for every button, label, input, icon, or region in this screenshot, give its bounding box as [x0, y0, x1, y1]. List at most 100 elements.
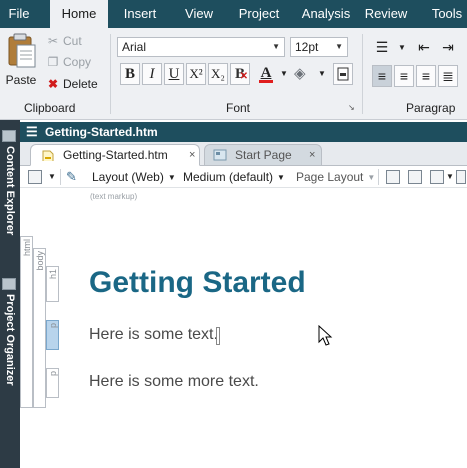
- format-painter-button[interactable]: [333, 63, 353, 85]
- structure-label-p: p: [48, 323, 58, 329]
- decrease-indent-button[interactable]: ⇤: [414, 37, 434, 59]
- tag-icon[interactable]: ✎: [66, 166, 77, 188]
- editor-toolbar: ▼ ✎ Layout (Web) ▼ Medium (default) ▼ Page…: [20, 166, 467, 188]
- image-icon[interactable]: [430, 170, 444, 184]
- bullet-list-icon: ☰: [375, 39, 389, 55]
- cut-button[interactable]: ✂ Cut: [45, 31, 82, 51]
- preview-icon[interactable]: [386, 170, 400, 184]
- chevron-down-icon[interactable]: ▼: [446, 166, 454, 188]
- document-title: Getting-Started.htm: [45, 125, 158, 139]
- structure-label-body: body: [35, 251, 45, 271]
- mouse-pointer-icon: [318, 325, 333, 346]
- chevron-down-icon: ▼: [367, 173, 376, 182]
- increase-indent-button[interactable]: ⇥: [438, 37, 458, 59]
- page-layout-label: Page Layout: [296, 170, 364, 184]
- chevron-down-icon[interactable]: ▼: [398, 43, 406, 52]
- scissors-icon: ✂: [47, 34, 59, 48]
- menu-view[interactable]: View: [178, 0, 220, 28]
- menu-file[interactable]: File: [0, 0, 38, 28]
- close-icon[interactable]: ×: [189, 145, 195, 165]
- clipboard-icon: [8, 33, 36, 68]
- paste-label: Paste: [5, 73, 37, 87]
- chevron-down-icon[interactable]: ▼: [48, 166, 56, 188]
- align-center-button[interactable]: ≡: [394, 65, 414, 87]
- tab-strip: Getting-Started.htm × Start Page ×: [20, 142, 467, 166]
- view-mode-icon[interactable]: [28, 170, 42, 184]
- toolbar-divider: [378, 169, 379, 185]
- dialog-launcher-icon[interactable]: ↘: [348, 103, 355, 112]
- bold-button[interactable]: B: [120, 63, 140, 85]
- structure-label-p: p: [48, 371, 58, 377]
- italic-button[interactable]: I: [142, 63, 162, 85]
- chevron-down-icon[interactable]: ▼: [318, 69, 326, 78]
- layout-label: Layout (Web): [92, 170, 164, 184]
- text-cursor-marker: [216, 327, 220, 345]
- paragraph-2[interactable]: Here is some more text.: [89, 373, 259, 391]
- clear-formatting-button[interactable]: B ✕: [230, 63, 250, 85]
- menu-tools[interactable]: Tools: [426, 0, 467, 28]
- menu-review[interactable]: Review: [362, 0, 410, 28]
- menu-analysis[interactable]: Analysis: [296, 0, 356, 28]
- subscript-button[interactable]: X₂: [208, 63, 228, 85]
- more-tools-icon[interactable]: [456, 170, 466, 184]
- align-right-button[interactable]: ≡: [416, 65, 436, 87]
- close-icon[interactable]: ×: [309, 145, 315, 165]
- copy-label: Copy: [63, 55, 92, 69]
- chevron-down-icon[interactable]: ▼: [280, 69, 288, 78]
- paragraph-1[interactable]: Here is some text.: [89, 326, 218, 344]
- medium-label: Medium (default): [183, 170, 274, 184]
- font-family-select[interactable]: Arial ▼: [117, 37, 285, 57]
- copy-button[interactable]: ❐ Copy: [45, 52, 91, 72]
- chevron-down-icon: ▼: [335, 42, 343, 51]
- underline-button[interactable]: U: [164, 63, 184, 85]
- justify-button[interactable]: ≣: [438, 65, 458, 87]
- ribbon: Paste ✂ Cut ❐ Copy ✖ Delete Clipboard Arial…: [0, 28, 467, 120]
- delete-label: Delete: [63, 77, 98, 91]
- editor-canvas[interactable]: (text markup) html body h1 p p Getting S…: [20, 188, 467, 468]
- html-file-icon: [42, 150, 54, 161]
- print-preview-icon[interactable]: [408, 170, 422, 184]
- menu-insert[interactable]: Insert: [116, 0, 164, 28]
- hamburger-menu-icon[interactable]: ☰: [26, 122, 38, 142]
- font-family-value: Arial: [122, 40, 147, 54]
- page-heading[interactable]: Getting Started: [89, 266, 306, 300]
- menu-home[interactable]: Home: [50, 0, 108, 28]
- project-organizer-tab[interactable]: Project Organizer: [1, 294, 19, 414]
- highlight-color-icon[interactable]: ◈: [294, 64, 312, 84]
- font-color-button[interactable]: A: [256, 63, 276, 85]
- indent-icon: ⇥: [442, 39, 454, 55]
- font-color-label: A: [260, 65, 272, 81]
- clipboard-group-label: Clipboard: [24, 101, 76, 115]
- menu-project[interactable]: Project: [232, 0, 286, 28]
- tab-label: Start Page: [235, 148, 292, 162]
- font-size-value: 12pt: [295, 40, 319, 54]
- structure-bar-p-selected[interactable]: p: [46, 320, 59, 350]
- group-divider: [110, 34, 111, 114]
- page-layout-select[interactable]: Page Layout ▼: [296, 166, 375, 188]
- layout-select[interactable]: Layout (Web) ▼: [92, 166, 176, 188]
- structure-bar-h1[interactable]: h1: [46, 266, 59, 302]
- outdent-icon: ⇤: [418, 39, 430, 55]
- structure-label-html: html: [22, 239, 32, 257]
- content-explorer-tab[interactable]: Content Explorer: [1, 146, 19, 270]
- font-group-label: Font: [226, 101, 251, 115]
- markup-hint: (text markup): [90, 192, 138, 201]
- medium-select[interactable]: Medium (default) ▼: [183, 166, 285, 188]
- paste-button[interactable]: Paste: [3, 33, 39, 93]
- superscript-button[interactable]: X²: [186, 63, 206, 85]
- structure-bar-html[interactable]: html: [20, 236, 33, 408]
- tab-start-page[interactable]: Start Page ×: [204, 144, 322, 166]
- structure-bar-p[interactable]: p: [46, 368, 59, 398]
- chevron-down-icon: ▼: [167, 173, 176, 182]
- content-explorer-icon: [2, 130, 16, 142]
- align-center-icon: ≡: [399, 68, 409, 84]
- delete-button[interactable]: ✖ Delete: [45, 74, 98, 94]
- group-divider: [362, 34, 363, 114]
- font-size-select[interactable]: 12pt ▼: [290, 37, 348, 57]
- tab-getting-started[interactable]: Getting-Started.htm ×: [30, 144, 200, 166]
- structure-bar-body[interactable]: body: [33, 248, 46, 408]
- document-title-bar: ☰ Getting-Started.htm: [20, 122, 467, 142]
- align-left-button[interactable]: ≡: [372, 65, 392, 87]
- delete-x-icon: ✖: [47, 77, 59, 91]
- bullet-list-button[interactable]: ☰: [372, 37, 392, 59]
